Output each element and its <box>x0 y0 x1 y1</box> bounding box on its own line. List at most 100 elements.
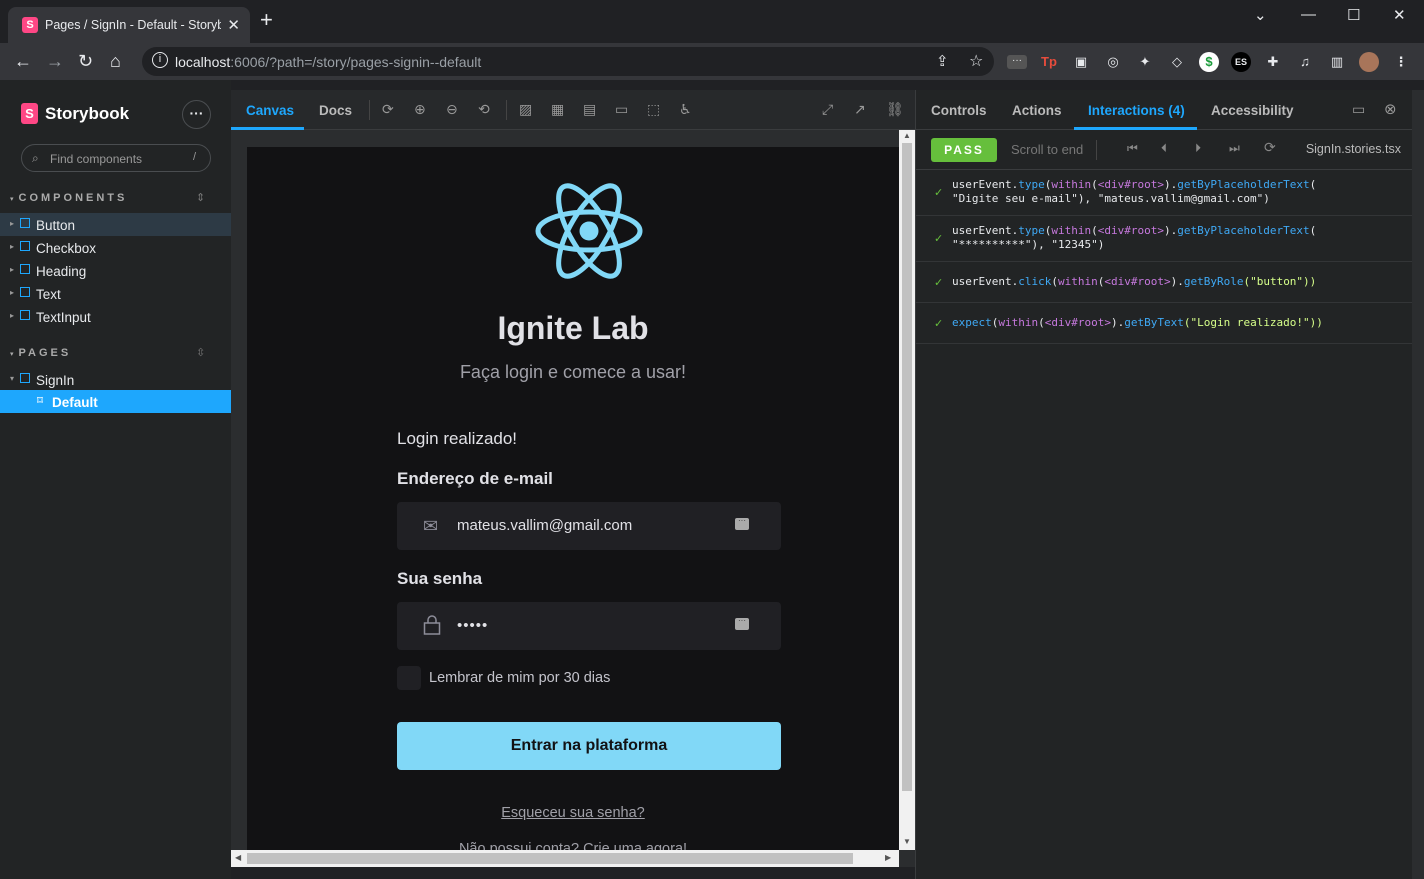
home-icon[interactable]: ⌂ <box>110 51 121 72</box>
page-title: Ignite Lab <box>497 310 649 346</box>
side-panel-icon[interactable]: ▥ <box>1327 52 1347 72</box>
sidebar-item-button[interactable]: ▸ Button <box>0 213 231 236</box>
scrollbar-thumb[interactable] <box>902 143 912 791</box>
collapse-arrow-icon: ▾ <box>10 374 15 383</box>
sidebar-item-signin[interactable]: ▾ SignIn <box>0 368 231 391</box>
sidebar-item-checkbox[interactable]: ▸ Checkbox <box>0 236 231 259</box>
media-control-icon[interactable]: ♫ <box>1295 52 1315 72</box>
vertical-scrollbar[interactable]: ▲ ▼ <box>899 130 915 850</box>
browser-tab[interactable]: S Pages / SignIn - Default - Storybook ✕ <box>8 7 250 43</box>
scrollbar-thumb[interactable] <box>247 853 853 864</box>
forward-icon[interactable]: → <box>46 51 64 72</box>
expand-all-icon[interactable]: ⇕ <box>196 191 205 204</box>
extension-dollar-icon[interactable]: $ <box>1199 52 1219 72</box>
profile-avatar[interactable] <box>1359 52 1379 72</box>
email-value: mateus.vallim@gmail.com <box>457 517 633 534</box>
interaction-step[interactable]: ✓ expect(within(<div#root>).getByText("L… <box>916 303 1413 344</box>
sidebar-item-default-story[interactable]: ⌑ Default <box>0 390 231 413</box>
sidebar-item-heading[interactable]: ▸ Heading <box>0 259 231 282</box>
tab-docs[interactable]: Docs <box>319 103 352 118</box>
browser-menu-icon[interactable]: ⋮ <box>1391 52 1411 72</box>
share-icon[interactable]: ⇪ <box>936 52 949 70</box>
tab-interactions[interactable]: Interactions (4) <box>1088 103 1185 118</box>
autofill-icon[interactable]: ··· <box>735 517 749 530</box>
extension-clip-icon[interactable]: ◎ <box>1103 52 1123 72</box>
maximize-icon[interactable]: ☐ <box>1347 6 1360 24</box>
address-bar[interactable]: i localhost:6006/?path=/story/pages-sign… <box>142 47 994 76</box>
tab-actions[interactable]: Actions <box>1012 103 1062 118</box>
rerun-icon[interactable]: ⟳ <box>1264 139 1276 156</box>
scroll-left-icon[interactable]: ◀ <box>235 853 241 862</box>
zoom-reset-icon[interactable]: ⟲ <box>478 101 490 118</box>
extension-clickup-icon[interactable]: ◇ <box>1167 52 1187 72</box>
zoom-in-icon[interactable]: ⊕ <box>414 101 426 118</box>
addon-tabs: Controls Actions Interactions (4) Access… <box>916 90 1424 130</box>
tab-search-icon[interactable]: ⌄ <box>1254 6 1267 24</box>
go-to-start-icon[interactable]: ⏮ <box>1127 141 1138 156</box>
step-forward-icon[interactable]: ⏵ <box>1195 141 1201 156</box>
sidebar-menu-button[interactable]: ··· <box>182 100 211 129</box>
email-field[interactable]: ✉ mateus.vallim@gmail.com ··· <box>397 502 781 550</box>
signup-link[interactable]: Não possui conta? Crie uma agora! <box>247 841 899 850</box>
section-header-components[interactable]: ▾ COMPONENTS <box>10 192 127 204</box>
story-file-name[interactable]: SignIn.stories.tsx <box>1306 142 1401 156</box>
search-input[interactable]: ⌕ Find components / <box>21 144 211 172</box>
tab-close-icon[interactable]: ✕ <box>227 16 240 34</box>
scroll-down-icon[interactable]: ▼ <box>903 837 911 846</box>
reload-icon[interactable]: ↻ <box>78 51 93 72</box>
tab-canvas[interactable]: Canvas <box>246 103 294 118</box>
fullscreen-icon[interactable]: ⤢ <box>822 101 833 118</box>
collapse-all-icon[interactable]: ⇳ <box>196 346 205 359</box>
tab-controls[interactable]: Controls <box>931 103 987 118</box>
password-value: ••••• <box>457 617 489 634</box>
sidebar-item-textinput[interactable]: ▸ TextInput <box>0 305 231 328</box>
new-tab-button[interactable]: + <box>260 9 273 31</box>
forgot-password-link[interactable]: Esqueceu sua senha? <box>247 805 899 821</box>
url-text[interactable]: localhost:6006/?path=/story/pages-signin… <box>175 54 481 70</box>
zoom-out-icon[interactable]: ⊖ <box>446 101 458 118</box>
section-header-pages[interactable]: ▾ PAGES <box>10 347 71 359</box>
grid-icon[interactable]: ▦ <box>551 101 564 118</box>
scroll-right-icon[interactable]: ▶ <box>885 853 891 862</box>
back-icon[interactable]: ← <box>14 51 32 72</box>
go-to-end-icon[interactable]: ⏭ <box>1229 141 1240 156</box>
interaction-step[interactable]: ✓ userEvent.type(within(<div#root>).getB… <box>916 216 1413 262</box>
addons-scrollbar[interactable] <box>1412 90 1424 879</box>
viewport-icon[interactable]: ▤ <box>583 101 596 118</box>
background-icon[interactable]: ▨ <box>519 101 532 118</box>
open-new-tab-icon[interactable]: ↗ <box>854 101 866 118</box>
site-info-icon[interactable]: i <box>152 52 168 68</box>
extension-window-icon[interactable]: ▣ <box>1071 52 1091 72</box>
storybook-brand[interactable]: Storybook <box>45 104 129 124</box>
extension-more-icon[interactable]: ··· <box>1007 55 1027 69</box>
story-canvas: Ignite Lab Faça login e comece a usar! L… <box>247 147 899 850</box>
extension-tp-icon[interactable]: Tp <box>1039 52 1059 72</box>
step-back-icon[interactable]: ⏴ <box>1161 141 1167 156</box>
measure-icon[interactable]: ▭ <box>615 101 628 118</box>
remount-icon[interactable]: ⟳ <box>382 101 394 118</box>
minimize-icon[interactable]: — <box>1301 6 1316 23</box>
login-success-message: Login realizado! <box>397 429 518 448</box>
remember-label[interactable]: Lembrar de mim por 30 dias <box>429 670 610 686</box>
horizontal-scrollbar[interactable]: ◀ ▶ <box>231 850 899 867</box>
panel-close-icon[interactable]: ⊗ <box>1384 100 1397 118</box>
panel-position-icon[interactable]: ▭ <box>1352 101 1365 118</box>
outline-icon[interactable]: ⬚ <box>647 101 660 118</box>
password-field[interactable]: ••••• ··· <box>397 602 781 650</box>
sidebar-item-text[interactable]: ▸ Text <box>0 282 231 305</box>
copy-link-icon[interactable]: ⛓ <box>886 101 904 118</box>
extension-es-icon[interactable]: ES <box>1231 52 1251 72</box>
scroll-to-end-button[interactable]: Scroll to end <box>1011 142 1083 157</box>
interaction-step[interactable]: ✓ userEvent.click(within(<div#root>).get… <box>916 262 1413 303</box>
interaction-step[interactable]: ✓ userEvent.type(within(<div#root>).getB… <box>916 170 1413 216</box>
window-close-icon[interactable]: ✕ <box>1393 6 1406 24</box>
extensions-puzzle-icon[interactable]: ✚ <box>1263 52 1283 72</box>
remember-checkbox[interactable] <box>397 666 421 690</box>
accessibility-icon[interactable]: ♿ <box>679 101 692 118</box>
bookmark-star-icon[interactable]: ☆ <box>969 51 983 71</box>
autofill-icon[interactable]: ··· <box>735 617 749 630</box>
extension-party-icon[interactable]: ✦ <box>1135 52 1155 72</box>
scroll-up-icon[interactable]: ▲ <box>903 131 911 140</box>
tab-accessibility[interactable]: Accessibility <box>1211 103 1294 118</box>
submit-button[interactable]: Entrar na plataforma <box>397 722 781 770</box>
